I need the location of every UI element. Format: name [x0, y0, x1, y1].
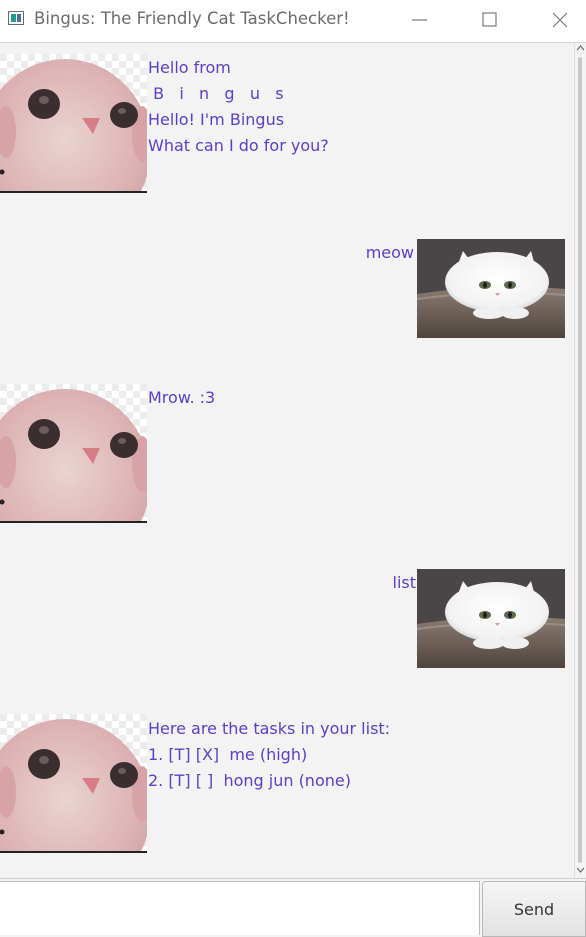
scrollbar-thumb[interactable]	[578, 57, 582, 863]
message-line: Hello from	[148, 58, 231, 77]
message-line: What can I do for you?	[148, 136, 329, 155]
message-line: list	[392, 573, 417, 592]
maximize-icon	[482, 12, 497, 27]
message-line: Here are the tasks in your list:	[148, 719, 391, 738]
user-message-text: meow	[366, 240, 414, 266]
close-icon	[552, 12, 568, 28]
bingus-avatar	[0, 54, 147, 193]
message-line: Mrow. :3	[148, 388, 216, 407]
window-title: Bingus: The Friendly Cat TaskChecker!	[34, 9, 350, 28]
scroll-up-arrow-icon[interactable]	[577, 45, 584, 51]
send-button[interactable]: Send	[482, 881, 586, 937]
persian-cat-avatar	[417, 239, 565, 338]
bingus-avatar	[0, 714, 147, 853]
message-line: B i n g u s	[148, 84, 284, 103]
input-bar: Send	[0, 878, 586, 937]
bot-message-text: Hello from B i n g u s Hello! I'm Bingus W…	[148, 55, 329, 159]
message-line: meow	[365, 243, 414, 262]
window-title-bar: Bingus: The Friendly Cat TaskChecker!	[0, 0, 586, 43]
maximize-button[interactable]	[465, 0, 515, 40]
vertical-scrollbar[interactable]	[574, 43, 586, 878]
bingus-avatar	[0, 384, 147, 523]
chat-area[interactable]: Hello from B i n g u s Hello! I'm Bingus W…	[0, 43, 574, 878]
scroll-down-arrow-icon[interactable]	[577, 867, 584, 873]
message-input[interactable]	[0, 881, 480, 935]
user-message-text: list	[393, 570, 417, 596]
bot-message-text: Here are the tasks in your list: 1. [T] […	[148, 716, 390, 794]
message-line: 2. [T] [ ] hong jun (none)	[148, 771, 351, 790]
bot-message-text: Mrow. :3	[148, 385, 215, 411]
app-icon	[8, 11, 24, 25]
message-line: Hello! I'm Bingus	[148, 110, 285, 129]
close-button[interactable]	[535, 0, 585, 40]
persian-cat-avatar	[417, 569, 565, 668]
message-line: 1. [T] [X] me (high)	[148, 745, 308, 764]
minimize-button[interactable]	[395, 0, 445, 40]
minimize-icon	[412, 19, 427, 21]
